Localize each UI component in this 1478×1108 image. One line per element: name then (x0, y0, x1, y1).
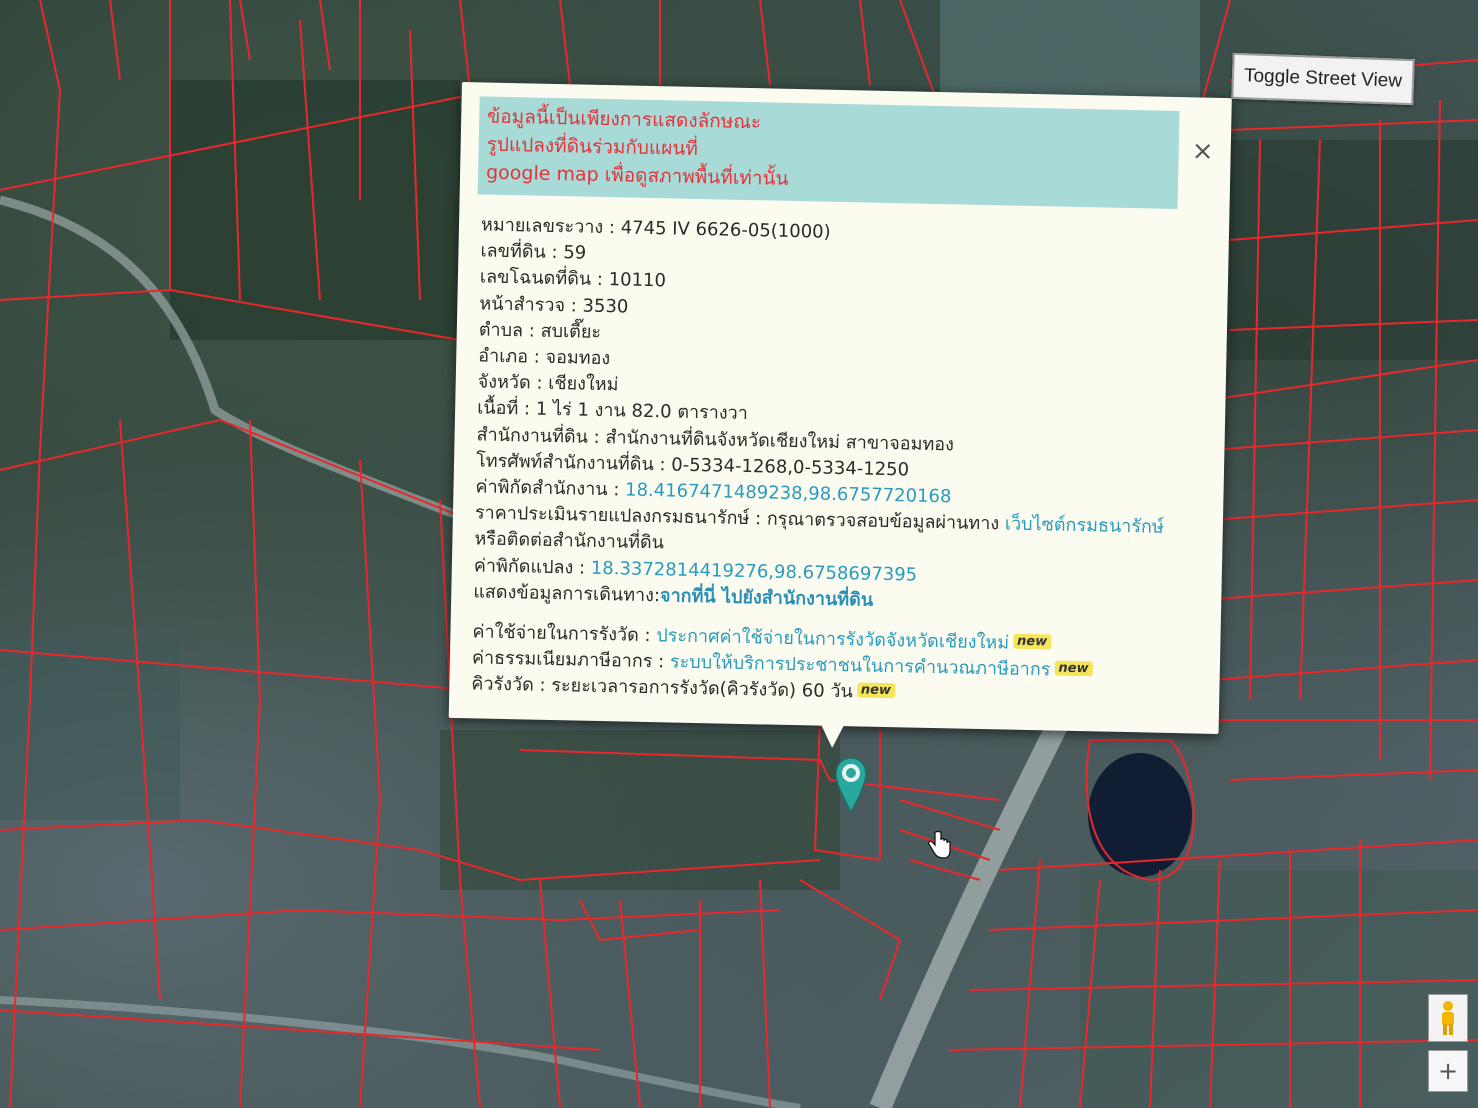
row-value: 0-5334-1268,0-5334-1250 (671, 454, 910, 481)
row-value: ระยะเวลารอการรังวัด(คิวรังวัด) 60 วัน (551, 675, 854, 703)
hand-cursor-icon (928, 830, 951, 859)
disclaimer-banner: ข้อมูลนี้เป็นเพียงการแสดงลักษณะ รูปแปลงท… (477, 96, 1180, 210)
new-badge: new (1012, 633, 1052, 650)
row-label: เลขโฉนดที่ดิน : (479, 266, 604, 291)
parcel-coords-link[interactable]: 18.3372814419276,98.6758697395 (591, 557, 918, 585)
treasury-website-link[interactable]: เว็บไซต์กรมธนารักษ์ (1005, 514, 1164, 538)
row-label: แสดงข้อมูลการเดินทาง: (473, 581, 661, 607)
row-label: โทรศัพท์สำนักงานที่ดิน : (475, 450, 666, 476)
row-label: ค่าพิกัดสำนักงาน : (475, 476, 620, 501)
new-badge: new (1054, 660, 1093, 677)
row-label: เนื้อที่ : (476, 397, 531, 420)
office-coords-link[interactable]: 18.4167471489238,98.6757720168 (625, 480, 952, 508)
row-value: 1 ไร่ 1 งาน 82.0 ตารางวา (535, 399, 749, 425)
row-label: ค่าพิกัดแปลง : (473, 554, 586, 579)
row-label: ราคาประเมินรายแปลงกรมธนารักษ์ : (474, 502, 762, 530)
row-value: 4745 IV 6626-05(1000) (620, 217, 831, 243)
row-label: คิวรังวัด : (471, 673, 546, 697)
location-pin-icon[interactable] (834, 756, 868, 814)
row-label: จังหวัด : (477, 371, 543, 394)
row-value: 3530 (582, 295, 629, 318)
row-label: ตำบล : (478, 319, 536, 342)
row-label: หน้าสำรวจ : (479, 293, 578, 317)
row-value: สบเตี๊ยะ (540, 320, 602, 343)
row-label: ค่าธรรมเนียมภาษีอากร : (471, 647, 665, 673)
row-label: สำนักงานที่ดิน : (476, 424, 600, 448)
row-value: กรุณาตรวจสอบข้อมูลผ่านทาง (766, 508, 1000, 535)
row-label: อำเภอ : (478, 345, 541, 368)
new-badge: new (856, 682, 896, 699)
row-value: สำนักงานที่ดินจังหวัดเชียงใหม่ สาขาจอมทอ… (605, 426, 955, 456)
close-icon[interactable]: × (1188, 136, 1217, 166)
row-value: เชียงใหม่ (548, 373, 619, 396)
popup-pointer (820, 723, 845, 749)
row-value: 10110 (608, 269, 667, 292)
survey-fee-link[interactable]: ประกาศค่าใช้จ่ายในการรังวัดจังหวัดเชียงใ… (656, 625, 1009, 653)
toggle-street-view-button[interactable]: Toggle Street View (1231, 52, 1415, 106)
row-label: เลขที่ดิน : (480, 240, 558, 264)
row-label: ค่าใช้จ่ายในการรังวัด : (472, 621, 651, 647)
street-view-pegman[interactable] (1428, 994, 1468, 1042)
row-value: 59 (563, 242, 587, 264)
row-value: จอมทอง (545, 346, 611, 370)
parcel-info-popup: ข้อมูลนี้เป็นเพียงการแสดงลักษณะ รูปแปลงท… (448, 82, 1232, 749)
parcel-details: หมายเลขระวาง : 4745 IV 6626-05(1000) เลข… (471, 212, 1211, 713)
row-label: หมายเลขระวาง : (480, 214, 616, 239)
pegman-icon (1442, 1001, 1454, 1035)
directions-link[interactable]: จากที่นี่ ไปยังสำนักงานที่ดิน (660, 585, 874, 610)
zoom-in-button[interactable]: + (1428, 1050, 1468, 1092)
